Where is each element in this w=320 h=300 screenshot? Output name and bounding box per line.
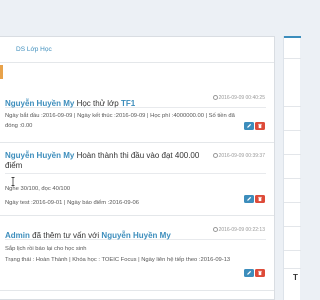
body-line: Trạng thái : Hoàn Thành | Khóa học : TOE…: [5, 257, 231, 263]
feed-item: Nguyễn Huyền My Hoàn thành thi đầu vào đ…: [0, 151, 274, 210]
action-text-cont: điểm: [5, 161, 23, 170]
right-panel-row-divider: [284, 268, 301, 269]
feed-item-title: Nguyễn Huyền My Học thử lớp TF1: [5, 99, 135, 108]
action-text: Học thử lớp: [74, 99, 121, 108]
body-line: đóng :0.00: [5, 123, 33, 129]
right-side-panel: [283, 36, 301, 300]
right-panel-row-divider: [284, 178, 301, 179]
right-panel-title: T: [293, 273, 298, 282]
edit-button[interactable]: [244, 269, 254, 277]
timestamp: 2016-09-09 00:22:13: [212, 227, 265, 233]
action-text: Hoàn thành thi đầu vào đạt 400.00: [74, 151, 200, 160]
feed-item-body: Ngày bắt đầu :2016-09-09 | Ngày kết thúc…: [0, 108, 274, 131]
text-cursor-icon: [11, 177, 15, 186]
timestamp-text: 2016-09-09 00:22:13: [218, 227, 265, 233]
body-line: Ngày bắt đầu :2016-09-09 | Ngày kết thúc…: [5, 113, 235, 119]
item-actions: [244, 195, 265, 203]
right-panel-row-divider: [284, 106, 301, 107]
timestamp: 2016-09-09 00:39:37: [212, 153, 265, 159]
right-panel-row-divider: [284, 58, 301, 59]
pencil-icon: [247, 196, 252, 201]
clock-icon: [212, 95, 218, 100]
right-panel-row-divider: [284, 130, 301, 131]
top-bar: [0, 0, 300, 28]
right-panel-row-divider: [284, 154, 301, 155]
student-link[interactable]: Nguyễn Huyền My: [101, 231, 170, 240]
delete-button[interactable]: [255, 195, 265, 203]
action-text: đã thêm tư vấn với: [29, 231, 102, 240]
feed-item: Admin đã thêm tư vấn với Nguyễn Huyền My…: [0, 225, 274, 277]
feed-item-header: Nguyễn Huyền My Hoàn thành thi đầu vào đ…: [0, 151, 274, 173]
feed-item-body: Nghe 30/100, đọc 40/100 Ngày test :2016-…: [0, 174, 274, 210]
item-divider: [0, 290, 274, 291]
body-line: Sắp lịch rồi báo lại cho học sinh: [5, 246, 87, 252]
right-panel-row-divider: [284, 202, 301, 203]
pencil-icon: [247, 123, 252, 128]
student-link[interactable]: Nguyễn Huyền My: [5, 151, 74, 160]
body-line: Ngày test :2016-09-01 | Ngày báo điểm :2…: [5, 200, 139, 206]
item-divider: [0, 142, 274, 143]
timestamp-text: 2016-09-09 00:39:37: [218, 153, 265, 159]
timestamp: 2016-09-09 00:40:25: [212, 95, 265, 101]
feed-item-body: Sắp lịch rồi báo lại cho học sinh Trạng …: [0, 240, 274, 266]
feed-item-header: Admin đã thêm tư vấn với Nguyễn Huyền My…: [0, 225, 274, 240]
feed-item-header: Nguyễn Huyền My Học thử lớp TF1 2016-09-…: [0, 93, 274, 108]
right-panel-top-border: [284, 36, 301, 38]
item-divider: [0, 215, 274, 216]
feed-item: Nguyễn Huyền My Học thử lớp TF1 2016-09-…: [0, 93, 274, 131]
activity-panel: DS Lớp Học Nguyễn Huyền My Học thử lớp T…: [0, 36, 275, 300]
edit-button[interactable]: [244, 122, 254, 130]
admin-link[interactable]: Admin: [5, 231, 30, 240]
student-link[interactable]: Nguyễn Huyền My: [5, 99, 74, 108]
item-actions: [244, 122, 265, 130]
panel-header: DS Lớp Học: [0, 37, 274, 63]
trash-icon: [258, 123, 262, 129]
timestamp-text: 2016-09-09 00:40:25: [218, 95, 265, 101]
trash-icon: [258, 270, 262, 276]
trash-icon: [258, 196, 262, 202]
class-link[interactable]: TF1: [121, 99, 135, 108]
edit-button[interactable]: [244, 195, 254, 203]
delete-button[interactable]: [255, 269, 265, 277]
item-actions: [244, 269, 265, 277]
feed-item-title: Admin đã thêm tư vấn với Nguyễn Huyền My: [5, 231, 171, 240]
right-panel-row-divider: [284, 226, 301, 227]
active-tab-marker: [0, 65, 3, 79]
right-panel-row-divider: [284, 250, 301, 251]
pencil-icon: [247, 270, 252, 275]
clock-icon: [212, 153, 218, 158]
delete-button[interactable]: [255, 122, 265, 130]
class-list-link[interactable]: DS Lớp Học: [16, 46, 52, 53]
body-line: Nghe 30/100, đọc 40/100: [5, 186, 71, 192]
clock-icon: [212, 227, 218, 232]
